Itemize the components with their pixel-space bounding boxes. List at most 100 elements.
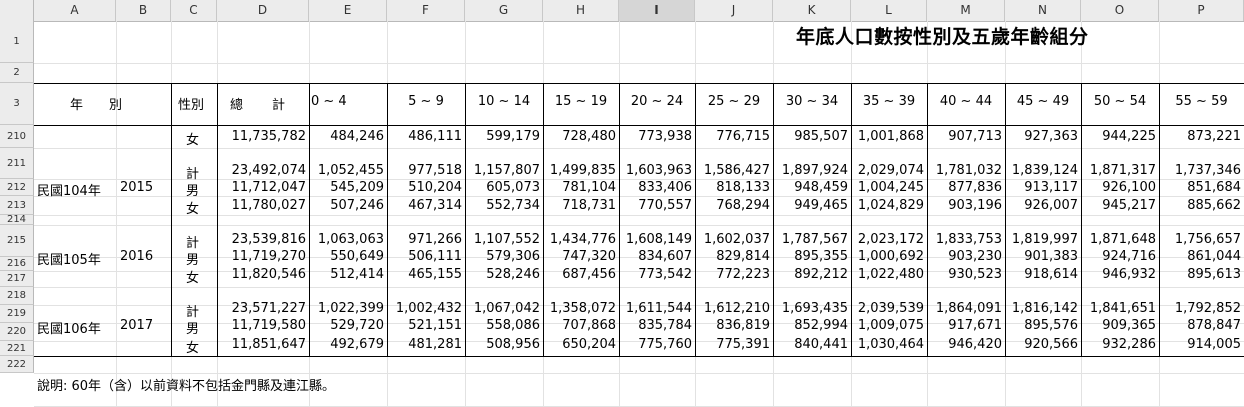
row-header-213[interactable]: 213 [0,196,34,215]
select-all-corner[interactable] [0,0,34,21]
data-cell[interactable]: 718,731 [543,198,619,213]
data-cell[interactable]: 926,007 [1005,198,1081,213]
data-cell[interactable]: 1,792,852 [1159,301,1244,316]
data-cell[interactable]: 11,780,027 [217,198,309,213]
data-cell[interactable]: 552,734 [465,198,543,213]
column-header-m[interactable]: M [927,0,1005,21]
data-cell[interactable]: 545,209 [309,180,387,195]
data-cell[interactable]: 1,787,567 [773,232,851,247]
data-cell[interactable]: 901,383 [1005,249,1081,264]
data-cell[interactable]: 747,320 [543,249,619,264]
data-cell[interactable]: 913,117 [1005,180,1081,195]
data-cell[interactable]: 508,956 [465,337,543,352]
data-cell[interactable]: 1,611,544 [619,301,695,316]
column-header-g[interactable]: G [465,0,543,21]
data-cell[interactable]: 2,039,539 [851,301,927,316]
column-header-c[interactable]: C [171,0,217,21]
column-header-f[interactable]: F [387,0,465,21]
column-header-k[interactable]: K [773,0,851,21]
data-cell[interactable]: 687,456 [543,267,619,282]
data-cell[interactable]: 1,839,124 [1005,163,1081,178]
data-cell[interactable]: 840,441 [773,337,851,352]
data-cell[interactable]: 903,230 [927,249,1005,264]
data-cell[interactable]: 507,246 [309,198,387,213]
data-cell[interactable]: 1,499,835 [543,163,619,178]
data-cell[interactable]: 484,246 [309,129,387,144]
data-cell[interactable]: 11,820,546 [217,267,309,282]
data-cell[interactable]: 977,518 [387,163,465,178]
data-cell[interactable]: 1,024,829 [851,198,927,213]
row-header-214[interactable]: 214 [0,215,34,225]
data-cell[interactable]: 1,586,427 [695,163,773,178]
data-cell[interactable]: 11,735,782 [217,129,309,144]
column-header-h[interactable]: H [543,0,619,21]
data-cell[interactable]: 1,833,753 [927,232,1005,247]
data-cell[interactable]: 945,217 [1081,198,1159,213]
row-header-222[interactable]: 222 [0,356,34,373]
data-cell[interactable]: 707,868 [543,318,619,333]
data-cell[interactable]: 486,111 [387,129,465,144]
data-cell[interactable]: 1,063,063 [309,232,387,247]
data-cell[interactable]: 914,005 [1159,337,1244,352]
data-cell[interactable]: 1,603,963 [619,163,695,178]
data-cell[interactable]: 985,507 [773,129,851,144]
data-cell[interactable]: 892,212 [773,267,851,282]
data-cell[interactable]: 971,266 [387,232,465,247]
data-cell[interactable]: 851,684 [1159,180,1244,195]
data-cell[interactable]: 2,029,074 [851,163,927,178]
data-cell[interactable]: 11,851,647 [217,337,309,352]
data-cell[interactable]: 529,720 [309,318,387,333]
row-header-220[interactable]: 220 [0,323,34,341]
data-cell[interactable]: 1,157,807 [465,163,543,178]
data-cell[interactable]: 728,480 [543,129,619,144]
row-header-211[interactable]: 211 [0,148,34,179]
column-header-e[interactable]: E [309,0,387,21]
data-cell[interactable]: 521,151 [387,318,465,333]
data-cell[interactable]: 946,932 [1081,267,1159,282]
data-cell[interactable]: 512,414 [309,267,387,282]
data-cell[interactable]: 877,836 [927,180,1005,195]
data-cell[interactable]: 11,719,270 [217,249,309,264]
data-cell[interactable]: 878,847 [1159,318,1244,333]
data-cell[interactable]: 558,086 [465,318,543,333]
data-cell[interactable]: 650,204 [543,337,619,352]
data-cell[interactable]: 1,608,149 [619,232,695,247]
column-header-b[interactable]: B [116,0,171,21]
row-header-215[interactable]: 215 [0,225,34,257]
data-cell[interactable]: 903,196 [927,198,1005,213]
data-cell[interactable]: 834,607 [619,249,695,264]
data-cell[interactable]: 781,104 [543,180,619,195]
data-cell[interactable]: 1,897,924 [773,163,851,178]
data-cell[interactable]: 1,819,997 [1005,232,1081,247]
data-cell[interactable]: 1,004,245 [851,180,927,195]
data-cell[interactable]: 949,465 [773,198,851,213]
data-cell[interactable]: 23,492,074 [217,163,309,178]
data-cell[interactable]: 773,542 [619,267,695,282]
data-cell[interactable]: 829,814 [695,249,773,264]
data-cell[interactable]: 1,756,657 [1159,232,1244,247]
data-cell[interactable]: 1,871,317 [1081,163,1159,178]
data-cell[interactable]: 885,662 [1159,198,1244,213]
row-header-219[interactable]: 219 [0,305,34,323]
data-cell[interactable]: 1,434,776 [543,232,619,247]
data-cell[interactable]: 492,679 [309,337,387,352]
data-cell[interactable]: 833,406 [619,180,695,195]
data-cell[interactable]: 895,613 [1159,267,1244,282]
row-header-2[interactable]: 2 [0,63,34,83]
data-cell[interactable]: 948,459 [773,180,851,195]
data-cell[interactable]: 920,566 [1005,337,1081,352]
data-cell[interactable]: 775,760 [619,337,695,352]
data-cell[interactable]: 927,363 [1005,129,1081,144]
column-header-d[interactable]: D [217,0,309,21]
data-cell[interactable]: 768,294 [695,198,773,213]
data-cell[interactable]: 1,693,435 [773,301,851,316]
data-cell[interactable]: 1,022,480 [851,267,927,282]
data-cell[interactable]: 1,000,692 [851,249,927,264]
data-cell[interactable]: 895,576 [1005,318,1081,333]
data-cell[interactable]: 852,994 [773,318,851,333]
data-cell[interactable]: 2,023,172 [851,232,927,247]
data-cell[interactable]: 895,355 [773,249,851,264]
data-cell[interactable]: 506,111 [387,249,465,264]
data-cell[interactable]: 23,539,816 [217,232,309,247]
row-header-3[interactable]: 3 [0,83,34,125]
